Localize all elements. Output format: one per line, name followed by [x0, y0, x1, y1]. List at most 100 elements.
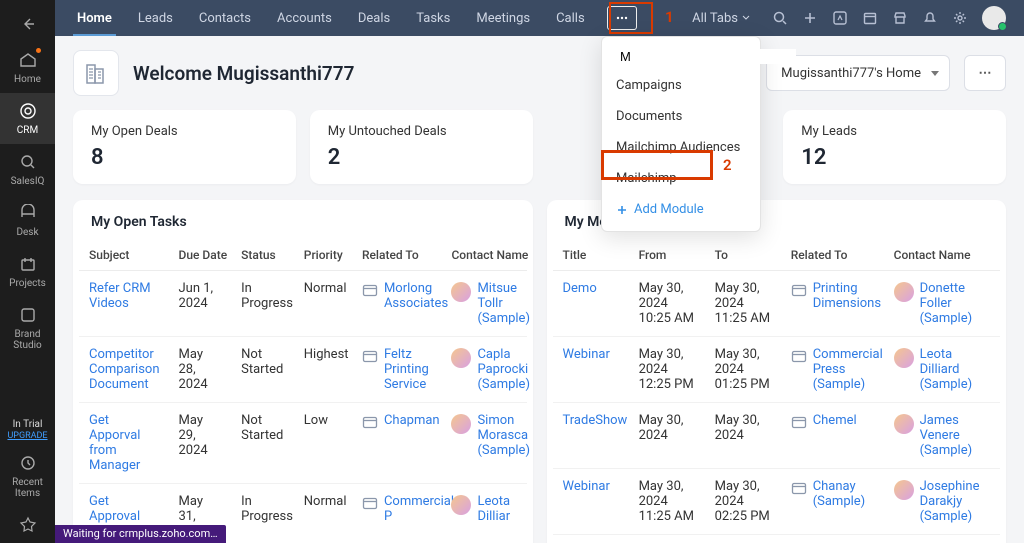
chevron-down-icon: [742, 14, 750, 22]
related-link[interactable]: Printing Dimensions: [813, 281, 881, 311]
trial-text: In Trial: [7, 419, 47, 430]
callout-number-1: 1: [665, 8, 674, 26]
rail-desk[interactable]: Desk: [0, 195, 55, 246]
contact-link[interactable]: Capla Paprocki (Sample): [477, 347, 530, 392]
meeting-title-link[interactable]: TradeShow: [563, 413, 628, 428]
th-from[interactable]: From: [629, 240, 705, 271]
kpi-open-deals[interactable]: My Open Deals8: [73, 110, 296, 184]
cell-status: Not Started: [231, 403, 294, 484]
account-icon: [791, 481, 807, 495]
add-module-label: Add Module: [634, 202, 704, 217]
contact-link[interactable]: Donette Foller (Sample): [920, 281, 990, 326]
rail-brand[interactable]: Brand Studio: [0, 297, 55, 359]
related-link[interactable]: Chanay (Sample): [813, 479, 874, 509]
nav-accounts[interactable]: Accounts: [273, 0, 336, 36]
th-title[interactable]: Title: [553, 240, 629, 271]
contact-avatar: [451, 414, 471, 434]
nav-contacts[interactable]: Contacts: [195, 0, 255, 36]
cell-priority: Normal: [294, 271, 352, 337]
nav-alltabs[interactable]: All Tabs: [688, 0, 754, 36]
table-row[interactable]: TradeShowMay 30, 2024May 30, 2024ChemelJ…: [553, 403, 1001, 469]
dropdown-item[interactable]: Campaigns: [602, 70, 760, 101]
dropdown-item[interactable]: Mailchimp Audiences: [602, 132, 760, 163]
gear-icon[interactable]: [952, 10, 968, 26]
home-more-button[interactable]: ⋯: [964, 55, 1006, 91]
contact-link[interactable]: Simon Morasca (Sample): [477, 413, 530, 458]
related-link[interactable]: Commercial Press (Sample): [813, 347, 883, 392]
nav-meetings[interactable]: Meetings: [472, 0, 534, 36]
nav-deals[interactable]: Deals: [354, 0, 394, 36]
rail-back[interactable]: [0, 6, 55, 42]
rail-home[interactable]: Home: [0, 42, 55, 93]
cell-priority: Highest: [294, 337, 352, 403]
table-row[interactable]: WebinarMay 30, 2024 11:25 AMMay 30, 2024…: [553, 469, 1001, 535]
contact-link[interactable]: James Venere (Sample): [920, 413, 990, 458]
nav-leads[interactable]: Leads: [134, 0, 177, 36]
account-icon: [362, 496, 378, 510]
rail-crm[interactable]: CRM: [0, 93, 55, 144]
kpi-leads[interactable]: My Leads12: [783, 110, 1006, 184]
sparkle-icon[interactable]: [832, 10, 848, 26]
nav-home[interactable]: Home: [73, 0, 116, 36]
contact-link[interactable]: Josephine Darakjy (Sample): [920, 479, 990, 524]
nav-calls[interactable]: Calls: [552, 0, 589, 36]
meeting-title-link[interactable]: Webinar: [563, 479, 610, 494]
task-subject-link[interactable]: Refer CRM Videos: [89, 281, 151, 311]
contact-avatar: [451, 495, 471, 515]
table-row[interactable]: Refer CRM VideosJun 1, 2024In ProgressNo…: [79, 271, 527, 337]
table-row[interactable]: Competitor Comparison DocumentMay 28, 20…: [79, 337, 527, 403]
rail-label: Recent Items: [0, 477, 55, 499]
task-subject-link[interactable]: Competitor Comparison Document: [89, 347, 160, 392]
th-to[interactable]: To: [705, 240, 781, 271]
dropdown-add-module[interactable]: Add Module: [602, 194, 760, 225]
rail-label: Projects: [9, 278, 46, 289]
meeting-title-link[interactable]: Demo: [563, 281, 597, 296]
related-link[interactable]: Chapman: [384, 413, 440, 428]
kpi-label: My Untouched Deals: [328, 124, 515, 139]
bell-icon[interactable]: [922, 10, 938, 26]
marketplace-icon[interactable]: [892, 10, 908, 26]
task-subject-link[interactable]: Get Apporval from Manager: [89, 413, 140, 473]
th-contact[interactable]: Contact Name: [441, 240, 526, 271]
th-related[interactable]: Related To: [781, 240, 884, 271]
plus-icon[interactable]: [802, 10, 818, 26]
table-row[interactable]: Get Apporval from ManagerMay 29, 2024Not…: [79, 403, 527, 484]
rail-recent[interactable]: Recent Items: [0, 445, 55, 507]
related-link[interactable]: Chemel: [813, 413, 857, 428]
rail-favorites[interactable]: [0, 507, 55, 543]
upgrade-link[interactable]: UPGRADE: [7, 431, 47, 441]
meeting-title-link[interactable]: Webinar: [563, 347, 610, 362]
dropdown-search-input[interactable]: [620, 49, 796, 64]
dropdown-search[interactable]: [602, 43, 760, 70]
related-link[interactable]: Feltz Printing Service: [384, 347, 432, 392]
related-link[interactable]: Morlong Associates: [384, 281, 448, 311]
user-avatar[interactable]: [982, 6, 1006, 30]
th-priority[interactable]: Priority: [294, 240, 352, 271]
search-icon[interactable]: [772, 10, 788, 26]
contact-link[interactable]: Leota Dilliar: [477, 494, 516, 524]
related-link[interactable]: Commercial P: [384, 494, 454, 524]
contact-link[interactable]: Mitsue Tollr (Sample): [477, 281, 530, 326]
contact-avatar: [894, 480, 914, 500]
nav-more-button[interactable]: [607, 6, 637, 30]
th-contact[interactable]: Contact Name: [884, 240, 1000, 271]
account-icon: [791, 415, 807, 429]
nav-tasks[interactable]: Tasks: [412, 0, 454, 36]
th-related[interactable]: Related To: [352, 240, 442, 271]
kpi-untouched-deals[interactable]: My Untouched Deals2: [310, 110, 533, 184]
th-subject[interactable]: Subject: [79, 240, 169, 271]
account-icon: [362, 283, 378, 297]
rail-projects[interactable]: Projects: [0, 246, 55, 297]
th-status[interactable]: Status: [231, 240, 294, 271]
cell-related: Chemel: [791, 413, 874, 429]
calendar-icon[interactable]: [862, 10, 878, 26]
contact-link[interactable]: Leota Dilliard (Sample): [920, 347, 990, 392]
table-row[interactable]: DemoMay 30, 2024 10:25 AMMay 30, 2024 11…: [553, 271, 1001, 337]
table-row[interactable]: WebinarMay 30, 2024 12:25 PMMay 30, 2024…: [553, 337, 1001, 403]
th-due[interactable]: Due Date: [169, 240, 232, 271]
notification-dot-icon: [36, 48, 41, 53]
rail-salesiq[interactable]: SalesIQ: [0, 144, 55, 195]
dropdown-item-mailchimp[interactable]: Mailchimp: [602, 163, 760, 194]
dropdown-item[interactable]: Documents: [602, 101, 760, 132]
salesiq-icon: [18, 152, 38, 172]
